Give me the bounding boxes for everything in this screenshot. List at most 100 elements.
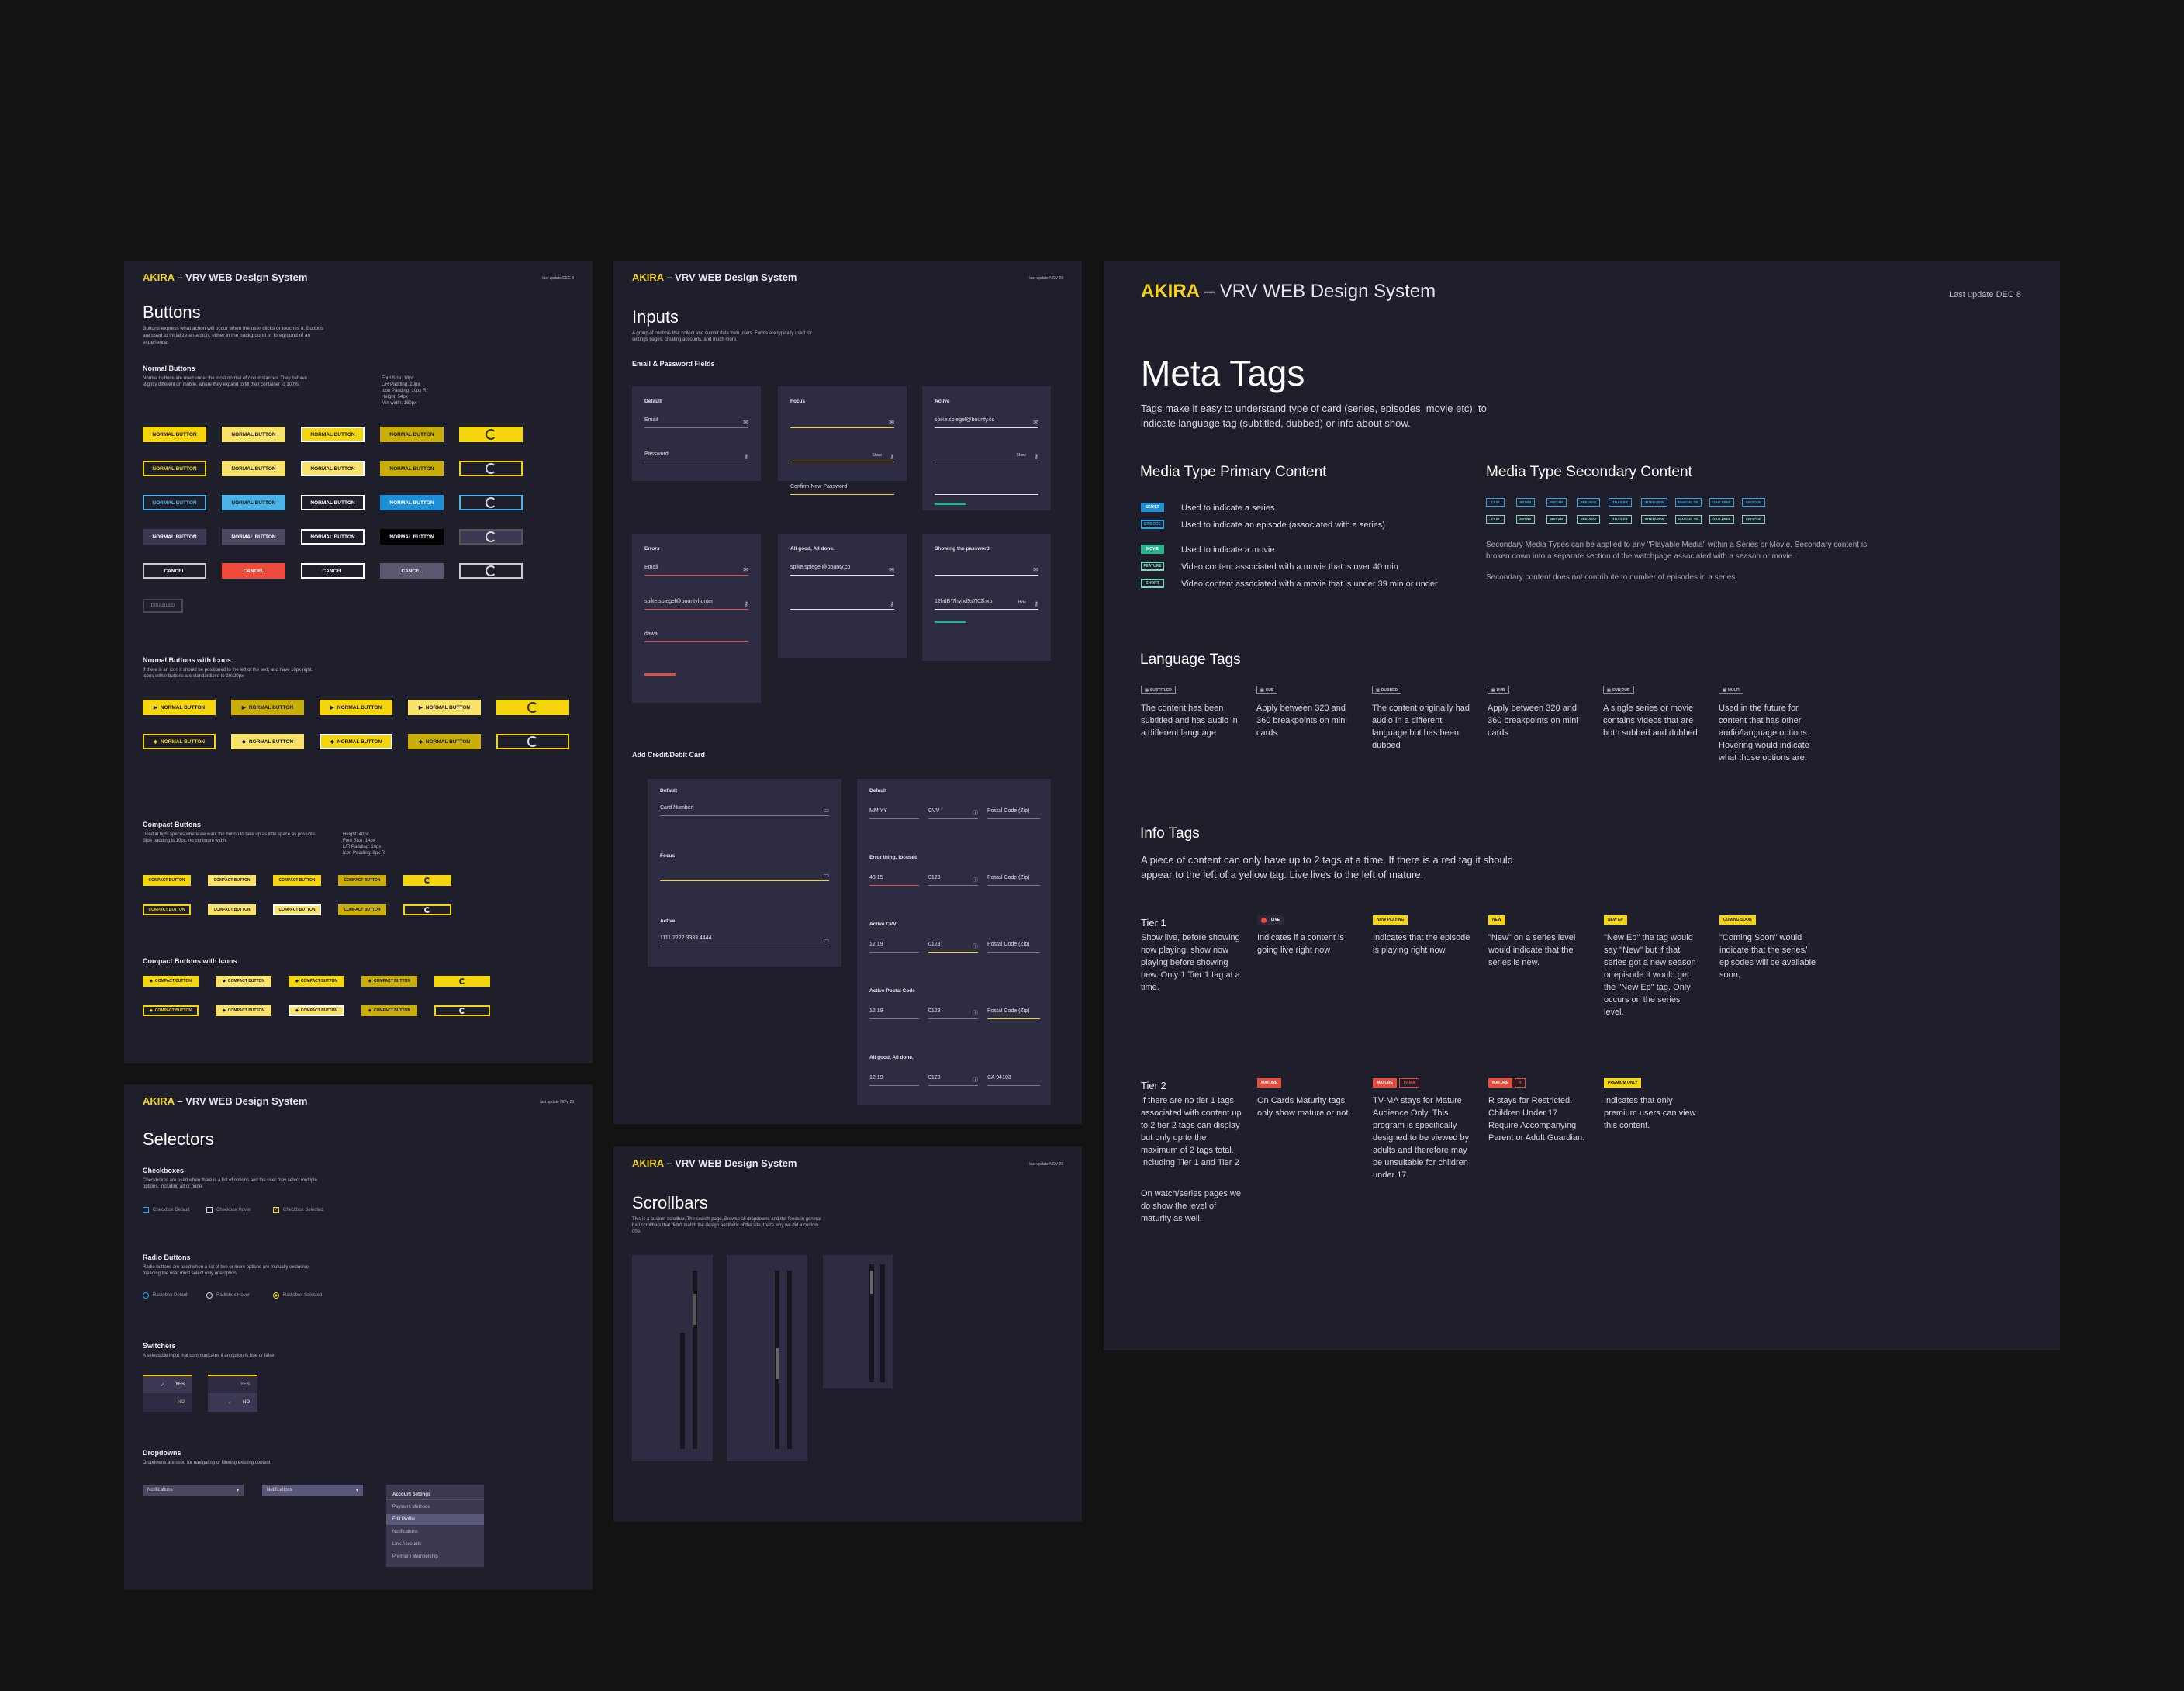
show-toggle[interactable]: Show [872,453,882,458]
compact-button[interactable]: COMPACT BUTTON [143,875,191,886]
switch-option-yes[interactable]: ✓ YES [143,1375,192,1393]
password-field[interactable] [935,484,1038,495]
compact-button[interactable]: COMPACT BUTTON [338,904,386,915]
icon-button[interactable]: ◆ NORMAL BUTTON [320,734,392,749]
cancel-button[interactable]: CANCEL [301,563,365,579]
switcher-no[interactable]: YES ✓ NO [208,1375,257,1412]
loading-button[interactable] [459,563,523,579]
icon-button[interactable]: ▶ NORMAL BUTTON [408,700,481,715]
switcher-yes[interactable]: ✓ YES NO [143,1375,192,1412]
icon-button[interactable]: ▶ NORMAL BUTTON [320,700,392,715]
compact-icon-button[interactable]: ◆ COMPACT BUTTON [143,1005,199,1016]
compact-icon-button[interactable]: ◆ COMPACT BUTTON [289,1005,344,1016]
password-field[interactable]: spike.spiegel@bountyhunter ⚷ [644,599,748,610]
compact-icon-button[interactable]: ◆ COMPACT BUTTON [216,976,271,987]
menu-item[interactable]: Payment Methods [386,1502,484,1513]
menu-item[interactable]: Notifications [386,1527,484,1537]
scrollbar-thumb[interactable] [776,1348,779,1379]
password-field[interactable]: ⚷ Show [790,451,894,462]
email-field[interactable]: spike.spiegel@bounty.co ✉ [935,417,1038,428]
scrollbar-track[interactable] [787,1271,792,1449]
normal-button[interactable]: NORMAL BUTTON [380,495,444,510]
cvv-field[interactable]: 0123 ⓘ [928,1075,978,1086]
compact-icon-button[interactable]: ◆ COMPACT BUTTON [361,976,417,987]
card-number-field[interactable]: ▭ [660,870,829,881]
loading-button[interactable] [434,976,490,987]
expiry-field[interactable]: 12 19 [869,1008,919,1019]
normal-button[interactable]: NORMAL BUTTON [301,461,365,476]
radio-selected[interactable]: Radiobox Selected [273,1292,322,1299]
icon-button[interactable]: ▶ NORMAL BUTTON [231,700,304,715]
compact-icon-button[interactable]: ◆ COMPACT BUTTON [289,976,344,987]
switch-option-no[interactable]: NO [143,1393,192,1412]
icon-button[interactable]: ◆ NORMAL BUTTON [143,734,216,749]
cancel-button[interactable]: CANCEL [222,563,285,579]
expiry-field[interactable]: MM YY [869,808,919,819]
password-field[interactable]: ⚷ Show [935,451,1038,462]
password-field[interactable]: dawa [644,631,748,642]
switch-option-no[interactable]: ✓ NO [208,1393,257,1412]
loading-button[interactable] [459,529,523,545]
normal-button[interactable]: NORMAL BUTTON [301,529,365,545]
password-field[interactable]: Password ⚷ [644,451,748,462]
compact-icon-button[interactable]: ◆ COMPACT BUTTON [216,1005,271,1016]
normal-button[interactable]: NORMAL BUTTON [222,529,285,545]
loading-button[interactable] [434,1005,490,1016]
switch-option-yes[interactable]: YES [208,1375,257,1393]
compact-icon-button[interactable]: ◆ COMPACT BUTTON [361,1005,417,1016]
loading-button[interactable] [459,495,523,510]
email-field[interactable]: ✉ [935,565,1038,576]
menu-item[interactable]: Link Accounts [386,1539,484,1550]
compact-button[interactable]: COMPACT BUTTON [273,875,321,886]
compact-button[interactable]: COMPACT BUTTON [143,904,191,915]
radio-default[interactable]: Radiobox Default [143,1292,188,1299]
menu-item[interactable]: Premium Membership [386,1551,484,1562]
scrollbar-track[interactable] [880,1264,885,1382]
cvv-field[interactable]: 0123 ⓘ [928,875,978,886]
cancel-button[interactable]: CANCEL [380,563,444,579]
loading-button[interactable] [403,875,451,886]
scrollbar-track[interactable] [693,1271,697,1449]
cvv-field[interactable]: 0123 ⓘ [928,1008,978,1019]
postal-field[interactable]: Postal Code (Zip) [987,1008,1040,1019]
checkbox-selected[interactable]: ✓ Checkbox Selected [273,1207,323,1213]
normal-button[interactable]: NORMAL BUTTON [222,461,285,476]
email-field[interactable]: Email ✉ [644,565,748,576]
scrollbar-thumb[interactable] [870,1271,873,1294]
postal-field[interactable]: CA 94103 [987,1075,1040,1086]
checkbox-hover[interactable]: Checkbox Hover [206,1207,251,1213]
password-field[interactable]: Confirm New Password [790,484,894,495]
card-number-field[interactable]: 1111 2222 3333 4444 ▭ [660,935,829,946]
radio-hover[interactable]: Radiobox Hover [206,1292,250,1299]
expiry-field[interactable]: 12 19 [869,1075,919,1086]
normal-button[interactable]: NORMAL BUTTON [301,495,365,510]
icon-button[interactable]: ▶ NORMAL BUTTON [143,700,216,715]
cvv-field[interactable]: 0123 ⓘ [928,942,978,953]
email-field[interactable]: spike.spiegel@bounty.co ✉ [790,565,894,576]
compact-button[interactable]: COMPACT BUTTON [273,904,321,915]
menu-item[interactable]: Edit Profile [386,1514,484,1525]
cvv-field[interactable]: CVV ⓘ [928,808,978,819]
normal-button[interactable]: NORMAL BUTTON [143,529,206,545]
postal-field[interactable]: Postal Code (Zip) [987,875,1040,886]
show-toggle[interactable]: Hide [1018,600,1026,605]
email-field[interactable]: Email ✉ [644,417,748,428]
scrollbar-track[interactable] [680,1333,685,1449]
loading-button[interactable] [459,427,523,442]
icon-button[interactable]: ◆ NORMAL BUTTON [408,734,481,749]
normal-button[interactable]: NORMAL BUTTON [380,427,444,442]
normal-button[interactable]: NORMAL BUTTON [143,427,206,442]
expiry-field[interactable]: 43 15 [869,875,919,886]
icon-button[interactable]: ◆ NORMAL BUTTON [231,734,304,749]
loading-button[interactable] [403,904,451,915]
postal-field[interactable]: Postal Code (Zip) [987,942,1040,953]
compact-button[interactable]: COMPACT BUTTON [208,904,256,915]
scrollbar-track[interactable] [775,1271,779,1449]
normal-button[interactable]: NORMAL BUTTON [222,427,285,442]
normal-button[interactable]: NORMAL BUTTON [143,461,206,476]
password-field[interactable]: 12hdB*7hyhd9s7!02hxb ⚷ Hide [935,599,1038,610]
expiry-field[interactable]: 12 19 [869,942,919,953]
postal-field[interactable]: Postal Code (Zip) [987,808,1040,819]
loading-button[interactable] [459,461,523,476]
normal-button[interactable]: NORMAL BUTTON [222,495,285,510]
